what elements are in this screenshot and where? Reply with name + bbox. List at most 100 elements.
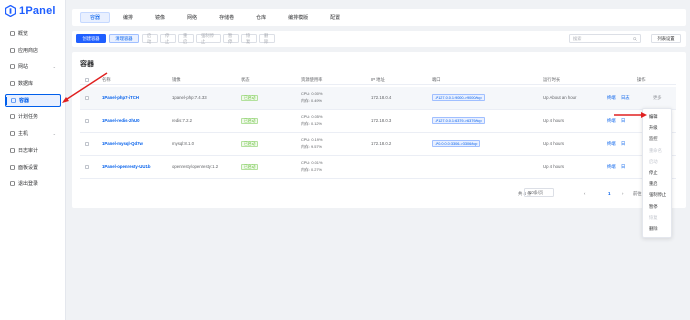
- port-tag[interactable]: ⇗ 0.0.0.0:3306->3306/tcp: [432, 140, 481, 147]
- logout-icon: [10, 181, 15, 186]
- sidebar-item-7[interactable]: 日志审计: [5, 144, 61, 157]
- th-resources: 资源使用率: [301, 77, 323, 82]
- uptime: Up 4 hours: [543, 164, 565, 169]
- sidebar-item-8[interactable]: 面板设置: [5, 161, 61, 174]
- tab-3[interactable]: 网络: [178, 12, 206, 23]
- th-ports: 端口: [432, 77, 441, 82]
- log-link[interactable]: 日: [621, 164, 625, 170]
- cpu-usage: CPU: 0.01%: [301, 160, 323, 165]
- panel-title: 容器: [80, 61, 94, 68]
- action-bar: 创建容器 清理容器 启动 停止 重启 强制停止 暂停 恢复 删除 搜索 列表设置: [72, 31, 686, 47]
- tab-7[interactable]: 配置: [321, 12, 349, 23]
- terminal-link[interactable]: 终端: [607, 118, 616, 124]
- container-icon: [11, 97, 16, 103]
- container-name-link[interactable]: 1Panel-openresty-UU1b: [102, 164, 150, 169]
- sidebar-item-label: 计划任务: [18, 114, 39, 121]
- terminal-link[interactable]: 终端: [607, 141, 616, 147]
- th-actions: 操作: [637, 77, 646, 82]
- sidebar-item-9[interactable]: 退出登录: [5, 177, 61, 190]
- menu-item[interactable]: 升级: [649, 125, 658, 131]
- th-ip: IP 地址: [371, 77, 385, 82]
- container-name-link[interactable]: 1Panel-php7-iTCH: [102, 95, 139, 100]
- sidebar-item-label: 退出登录: [18, 181, 39, 188]
- menu-item[interactable]: 强制停止: [649, 192, 666, 198]
- sidebar-item-5[interactable]: 计划任务: [5, 110, 61, 123]
- clean-containers-button[interactable]: 清理容器: [109, 34, 139, 43]
- container-name-link[interactable]: 1Panel-redis-2hU0: [102, 118, 140, 123]
- start-button[interactable]: 启动: [142, 33, 158, 44]
- sidebar-item-6[interactable]: 主机 ⌄: [5, 127, 61, 140]
- host-icon: [10, 131, 15, 136]
- tab-4[interactable]: 存储卷: [210, 12, 243, 23]
- search-input[interactable]: 搜索: [569, 34, 641, 43]
- log-link[interactable]: 日: [621, 118, 625, 124]
- pause-button[interactable]: 暂停: [223, 33, 239, 44]
- port-mapping: 127.0.0.1:6379->6379/tcp: [438, 118, 482, 123]
- search-icon: [633, 37, 637, 41]
- tab-0[interactable]: 容器: [80, 12, 111, 23]
- sidebar-item-label: 数据库: [18, 81, 34, 88]
- th-status[interactable]: 状态: [241, 77, 250, 83]
- terminal-link[interactable]: 终端: [607, 164, 616, 170]
- current-page[interactable]: 1: [608, 191, 611, 196]
- next-page-icon[interactable]: ›: [622, 191, 623, 196]
- row-checkbox[interactable]: [85, 165, 89, 169]
- restart-button[interactable]: 重启: [178, 33, 194, 44]
- row-checkbox[interactable]: [85, 119, 89, 123]
- port-tag[interactable]: ⇗ 127.0.0.1:9000->9000/tcp: [432, 94, 485, 101]
- tab-2[interactable]: 镜像: [146, 12, 174, 23]
- sidebar-item-label: 主机: [18, 131, 29, 138]
- row-checkbox[interactable]: [85, 142, 89, 146]
- terminal-link[interactable]: 终端: [607, 95, 616, 101]
- th-uptime: 运行时长: [543, 77, 561, 82]
- tab-1[interactable]: 编排: [114, 12, 142, 23]
- sidebar-item-label: 概览: [18, 31, 29, 37]
- sidebar-item-label: 网站: [18, 64, 29, 71]
- prev-page-icon[interactable]: ‹: [584, 191, 585, 196]
- page-size-select[interactable]: 10条/页: [524, 188, 554, 197]
- log-link[interactable]: 日志: [621, 95, 630, 101]
- sidebar-nav: 概览 应用商店 网站 ⌄ 数据库 容器 计划任务 主机 ⌄ 日志审计 面板设置 退出登录: [5, 27, 61, 194]
- delete-button[interactable]: 删除: [259, 33, 275, 44]
- sidebar-item-1[interactable]: 应用商店: [5, 44, 61, 57]
- status-badge: 已启动: [241, 141, 259, 147]
- menu-item[interactable]: 重启: [649, 181, 658, 187]
- sidebar-item-3[interactable]: 数据库: [5, 77, 61, 90]
- kill-button[interactable]: 强制停止: [196, 33, 221, 44]
- tab-6[interactable]: 编排模版: [279, 12, 317, 23]
- sidebar-item-2[interactable]: 网站 ⌄: [5, 60, 61, 73]
- more-link[interactable]: 更多: [653, 95, 662, 101]
- chevron-down-icon: ⌄: [52, 131, 56, 137]
- th-image: 镜像: [172, 77, 181, 82]
- container-name-link[interactable]: 1Panel-mysql-Qd7w: [102, 141, 143, 146]
- create-container-button[interactable]: 创建容器: [76, 34, 106, 43]
- sidebar-item-0[interactable]: 概览: [5, 27, 61, 40]
- database-icon: [10, 81, 15, 86]
- th-name[interactable]: 名称: [102, 77, 111, 83]
- sidebar-item-4[interactable]: 容器: [5, 93, 61, 107]
- uptime: Up 4 hours: [543, 141, 565, 146]
- log-link[interactable]: 日: [621, 141, 625, 147]
- status-badge: 已启动: [241, 118, 259, 124]
- menu-item[interactable]: 删除: [649, 226, 658, 232]
- menu-item[interactable]: 监控: [649, 136, 658, 142]
- settings-icon: [10, 164, 15, 170]
- port-tag[interactable]: ⇗ 127.0.0.1:6379->6379/tcp: [432, 117, 485, 124]
- select-all-checkbox[interactable]: [85, 77, 89, 82]
- menu-item: 恢复: [649, 214, 658, 220]
- tab-5[interactable]: 仓库: [247, 12, 275, 23]
- memory-usage: 内存: 0.27%: [301, 166, 322, 172]
- menu-item[interactable]: 停止: [649, 170, 658, 176]
- container-image: openresty/openresty:1.2: [172, 164, 219, 169]
- column-settings-button[interactable]: 列表设置: [651, 34, 681, 43]
- menu-item[interactable]: 暂停: [649, 204, 658, 210]
- unpause-button[interactable]: 恢复: [241, 33, 257, 44]
- uptime: Up About an hour: [543, 95, 577, 100]
- calendar-icon: [10, 114, 15, 120]
- brand-name: 1Panel: [19, 5, 56, 17]
- menu-item[interactable]: 编辑: [649, 114, 658, 120]
- ip-address: 172.18.0.4: [371, 95, 392, 100]
- row-checkbox[interactable]: [85, 96, 89, 100]
- stop-button[interactable]: 停止: [160, 33, 176, 44]
- app-logo: 1Panel: [5, 5, 56, 17]
